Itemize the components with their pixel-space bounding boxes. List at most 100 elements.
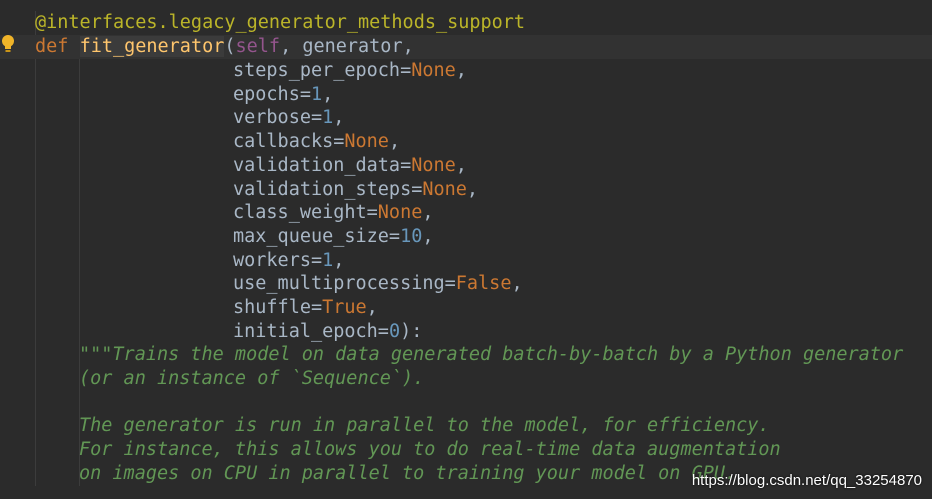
param-value: None	[422, 178, 467, 200]
param-name: validation_data=	[233, 154, 412, 176]
param-suffix: ,	[455, 154, 467, 176]
code-line[interactable]: max_queue_size=10,	[0, 224, 932, 249]
code-line[interactable]: initial_epoch=0):	[0, 319, 932, 344]
param-suffix: ,	[388, 131, 401, 153]
code-line[interactable]: epochs=1,	[0, 82, 932, 107]
indent-guide	[35, 130, 36, 155]
param-suffix: ,	[333, 249, 345, 271]
indent-guide	[35, 414, 36, 439]
indent-guide	[35, 106, 36, 131]
indent-guide	[35, 343, 36, 367]
param-suffix: ,	[422, 202, 434, 224]
indent-guide	[79, 201, 80, 226]
self-param: self	[235, 36, 281, 57]
param-suffix: ,	[333, 107, 345, 129]
param-value: None	[411, 154, 456, 176]
indent-guide	[35, 390, 36, 415]
indent-guide	[35, 153, 36, 178]
indent-guide	[79, 296, 80, 320]
indent-guide	[35, 82, 36, 107]
param-suffix: ,	[422, 225, 434, 247]
indent-guide	[35, 272, 36, 297]
code-line[interactable]: workers=1,	[0, 248, 932, 273]
docstring-text: on images on CPU in parallel to training…	[79, 462, 737, 484]
code-line[interactable]: validation_steps=None,	[0, 177, 932, 202]
decorator-token: @interfaces.legacy_generator_methods_sup…	[35, 12, 526, 33]
param-name: callbacks=	[233, 131, 345, 153]
params-rest: , generator,	[280, 36, 414, 57]
param-value: False	[455, 273, 512, 295]
param-suffix: ,	[322, 83, 334, 105]
param-suffix: ,	[466, 178, 479, 200]
code-line[interactable]: class_weight=None,	[0, 201, 932, 226]
lightbulb-icon[interactable]	[1, 34, 15, 54]
indent-guide	[79, 82, 80, 107]
param-suffix: ,	[366, 297, 378, 318]
code-line[interactable]: use_multiprocessing=False,	[0, 272, 932, 297]
indent-guide	[35, 319, 36, 344]
param-name: class_weight=	[233, 202, 378, 224]
code-line[interactable]: steps_per_epoch=None,	[0, 59, 932, 83]
param-name: steps_per_epoch=	[233, 60, 412, 81]
code-line[interactable]: shuffle=True,	[0, 296, 932, 320]
indent-guide	[79, 130, 80, 155]
indent-guide	[79, 177, 80, 202]
param-name: validation_steps=	[233, 178, 423, 200]
docstring-text: (or an instance of `Sequence`).	[79, 367, 425, 389]
docstring-line[interactable]: """Trains the model on data generated ba…	[0, 343, 932, 367]
param-value: 1	[322, 249, 334, 271]
indent-guide	[35, 366, 36, 391]
param-value: None	[344, 131, 389, 153]
indent-guide	[79, 272, 80, 297]
function-name: fit_generator	[79, 36, 225, 57]
indent-guide	[35, 248, 36, 273]
param-suffix: ,	[511, 273, 523, 295]
def-keyword: def	[35, 36, 69, 57]
open-paren: (	[224, 36, 236, 57]
code-line[interactable]: verbose=1,	[0, 106, 932, 131]
param-suffix: ):	[400, 320, 423, 342]
watermark-text: https://blog.csdn.net/qq_33254870	[691, 472, 922, 489]
docstring-line[interactable]: The generator is run in parallel to the …	[0, 414, 932, 439]
docstring-text: For instance, this allows you to do real…	[79, 438, 781, 460]
code-line[interactable]: @interfaces.legacy_generator_methods_sup…	[0, 11, 932, 35]
docstring-line[interactable]: For instance, this allows you to do real…	[0, 437, 932, 462]
indent-guide	[35, 59, 36, 83]
docstring-line[interactable]: (or an instance of `Sequence`).	[0, 366, 932, 391]
indent-guide	[35, 461, 36, 486]
indent-guide	[79, 59, 80, 83]
param-name: workers=	[233, 249, 323, 271]
param-value: True	[322, 297, 367, 318]
indent-guide	[79, 153, 80, 178]
code-editor[interactable]: @interfaces.legacy_generator_methods_sup…	[0, 0, 932, 499]
param-value: 1	[310, 83, 323, 105]
code-line[interactable]: callbacks=None,	[0, 130, 932, 155]
docstring-line[interactable]	[0, 390, 932, 415]
param-value: 1	[322, 107, 334, 129]
param-value: 10	[400, 225, 423, 247]
param-value: None	[377, 202, 423, 224]
indent-guide	[35, 296, 36, 320]
docstring-text: """Trains the model on data generated ba…	[79, 344, 904, 365]
indent-guide	[35, 224, 36, 249]
param-name: initial_epoch=	[233, 320, 389, 342]
param-suffix: ,	[455, 60, 467, 81]
param-value: None	[411, 60, 456, 81]
indent-guide	[35, 437, 36, 462]
param-name: shuffle=	[233, 297, 323, 318]
indent-guide	[79, 224, 80, 249]
code-line[interactable]: validation_data=None,	[0, 153, 932, 178]
indent-guide	[79, 248, 80, 273]
docstring-text: The generator is run in parallel to the …	[79, 415, 770, 437]
param-value: 0	[388, 320, 401, 342]
code-line-current[interactable]: def fit_generator(self, generator,	[0, 35, 932, 59]
indent-guide	[35, 177, 36, 202]
param-name: max_queue_size=	[233, 225, 401, 247]
param-name: epochs=	[233, 83, 311, 105]
indent-guide	[79, 390, 80, 415]
indent-guide	[35, 201, 36, 226]
param-name: use_multiprocessing=	[233, 273, 456, 295]
indent-guide	[79, 106, 80, 131]
param-name: verbose=	[233, 107, 323, 129]
